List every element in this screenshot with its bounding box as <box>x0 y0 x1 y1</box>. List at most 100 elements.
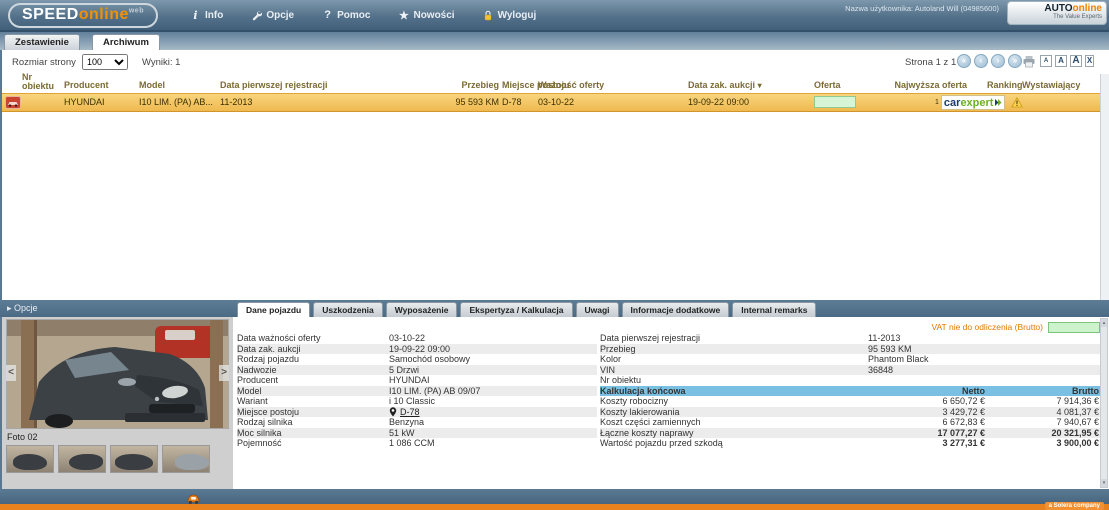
warning-icon[interactable] <box>1011 97 1023 108</box>
carexpert-logo[interactable]: carexpert <box>941 95 1006 110</box>
photo-thumbnail-4[interactable] <box>162 445 210 473</box>
photo-next-button[interactable]: > <box>219 365 229 381</box>
field-label: Data ważności oferty <box>237 333 389 344</box>
auction-row[interactable]: HYUNDAI I10 LIM. (PA) AB... 11-2013 95 5… <box>2 93 1109 112</box>
tab-archiwum[interactable]: Archiwum <box>92 34 160 50</box>
photo-thumbnail-2[interactable] <box>58 445 106 473</box>
col-header-rejestracja[interactable]: Data pierwszej rejestracji <box>220 80 328 90</box>
username-text: Nazwa użytkownika: Autoland Will (049856… <box>845 4 999 13</box>
col-header-nr-obiektu[interactable]: Nr obiektu <box>22 73 54 91</box>
brand-online-text: online <box>1073 3 1102 14</box>
opcje-label-text: Opcje <box>14 303 38 313</box>
tab-informacje-dodatkowe[interactable]: Informacje dodatkowe <box>622 302 730 317</box>
tab-zestawienie[interactable]: Zestawienie <box>4 34 80 50</box>
col-header-model[interactable]: Model <box>139 80 165 90</box>
calc-brutto: 3 900,00 € <box>985 438 1103 449</box>
calc-row: Koszt części zamiennych6 672,83 €7 940,6… <box>600 417 1103 428</box>
photo-thumbnail-1[interactable] <box>6 445 54 473</box>
brutto-column-header: Brutto <box>985 386 1103 397</box>
field-value: 11-2013 <box>868 333 1103 344</box>
field-row: Data zak. aukcji19-09-22 09:00 <box>237 344 597 355</box>
font-small-button[interactable]: A <box>1040 55 1052 67</box>
vehicle-data-right-grid: Data pierwszej rejestracji11-2013 Przebi… <box>600 333 1103 449</box>
field-value: 1 086 CCM <box>389 438 435 449</box>
menu-item-nowosci[interactable]: ★ Nowości <box>398 9 454 22</box>
field-label: Pojemność <box>237 438 389 449</box>
field-row: ProducentHYUNDAI <box>237 375 597 386</box>
calc-brutto: 7 940,67 € <box>985 417 1103 428</box>
menu-opcje-label: Opcje <box>266 10 294 21</box>
col-header-ranking[interactable]: Ranking <box>987 80 1023 90</box>
menu-item-info[interactable]: i Info <box>190 9 223 22</box>
field-label: Nadwozie <box>237 365 389 376</box>
tab-dane-pojazdu[interactable]: Dane pojazdu <box>237 302 310 317</box>
col-header-przebieg[interactable]: Przebieg <box>432 80 499 90</box>
last-page-button[interactable]: » <box>1008 54 1022 68</box>
opcje-toggle[interactable]: ▸ Opcje <box>7 303 38 314</box>
field-row: Data ważności oferty03-10-22 <box>237 333 597 344</box>
detail-scrollbar[interactable]: ▴ ▾ <box>1100 318 1108 488</box>
prev-page-button[interactable]: ‹ <box>974 54 988 68</box>
photo-panel: < > Foto 02 <box>2 317 233 489</box>
brand-auto-text: AUTO <box>1044 3 1072 14</box>
menu-item-pomoc[interactable]: ? Pomoc <box>322 9 370 21</box>
photo-thumbnail-3[interactable] <box>110 445 158 473</box>
field-row: Warianti 10 Classic <box>237 396 597 407</box>
export-button[interactable]: X <box>1085 55 1094 67</box>
col-header-najwyzsza[interactable]: Najwyższa oferta <box>882 80 967 90</box>
tab-uszkodzenia[interactable]: Uszkodzenia <box>313 302 383 317</box>
autoonline-logo: AUTOonline The Value Experts <box>1007 1 1107 25</box>
col-data-zak-text: Data zak. aukcji <box>688 80 755 90</box>
page-size-label: Rozmiar strony <box>12 57 76 68</box>
menu-item-opcje[interactable]: Opcje <box>251 10 294 21</box>
field-label: VIN <box>600 365 868 376</box>
col-header-oferta[interactable]: Oferta <box>814 80 841 90</box>
vat-input[interactable] <box>1048 322 1100 333</box>
font-large-button[interactable]: A <box>1070 55 1082 67</box>
field-row: Moc silnika51 kW <box>237 428 597 439</box>
col-header-waznosc[interactable]: Ważność oferty <box>538 80 604 90</box>
field-label: Moc silnika <box>237 428 389 439</box>
field-value: Phantom Black <box>868 354 1103 365</box>
field-row: Pojemność1 086 CCM <box>237 438 597 449</box>
col-header-producent[interactable]: Producent <box>64 80 109 90</box>
first-page-button[interactable]: « <box>957 54 971 68</box>
field-value: i 10 Classic <box>389 396 435 407</box>
tab-internal-remarks[interactable]: Internal remarks <box>732 302 816 317</box>
field-row: Rodzaj pojazduSamochód osobowy <box>237 354 597 365</box>
vehicle-photo[interactable] <box>6 319 229 429</box>
field-row: Przebieg95 593 KM <box>600 344 1103 355</box>
field-row: Nr obiektu <box>600 375 1103 386</box>
field-label: Przebieg <box>600 344 868 355</box>
font-size-buttons: A A A X <box>1040 55 1094 67</box>
table-scrollbar[interactable] <box>1100 74 1109 300</box>
tab-ekspertyza-kalkulacja[interactable]: Ekspertyza / Kalkulacja <box>460 302 572 317</box>
row-miejsce: D-78 <box>502 97 522 107</box>
calc-netto: 6 672,83 € <box>868 417 985 428</box>
print-icon[interactable] <box>1022 55 1036 71</box>
oferta-input[interactable] <box>814 96 856 108</box>
next-page-button[interactable]: › <box>991 54 1005 68</box>
scroll-down-icon[interactable]: ▾ <box>1101 479 1107 487</box>
page-size-select[interactable]: 100 <box>82 54 128 70</box>
field-value: 19-09-22 09:00 <box>389 344 450 355</box>
font-medium-button[interactable]: A <box>1055 55 1067 67</box>
col-header-wystawiajacy[interactable]: Wystawiający <box>1022 80 1080 90</box>
scroll-up-icon[interactable]: ▴ <box>1101 319 1107 327</box>
carexpert-mark-icon <box>994 98 1002 107</box>
pagination-buttons: « ‹ › » <box>957 54 1022 68</box>
menu-item-wyloguj[interactable]: Wyloguj <box>483 10 537 21</box>
sort-desc-icon: ▾ <box>758 81 762 90</box>
carexpert-car-text: car <box>944 97 961 109</box>
photo-prev-button[interactable]: < <box>6 365 16 381</box>
menu-pomoc-label: Pomoc <box>337 10 370 21</box>
tab-wyposazenie[interactable]: Wyposażenie <box>386 302 458 317</box>
table-header-row: Nr obiektu Producent Model Data pierwsze… <box>2 72 1109 92</box>
field-label: Data pierwszej rejestracji <box>600 333 868 344</box>
menu-info-label: Info <box>205 10 223 21</box>
location-link[interactable]: D-78 <box>400 407 420 418</box>
calc-header-row: Kalkulacja końcowaNettoBrutto <box>600 386 1103 397</box>
col-header-data-zak[interactable]: Data zak. aukcji ▾ <box>688 80 762 90</box>
tab-uwagi[interactable]: Uwagi <box>576 302 619 317</box>
calc-label: Koszty lakierowania <box>600 407 868 418</box>
